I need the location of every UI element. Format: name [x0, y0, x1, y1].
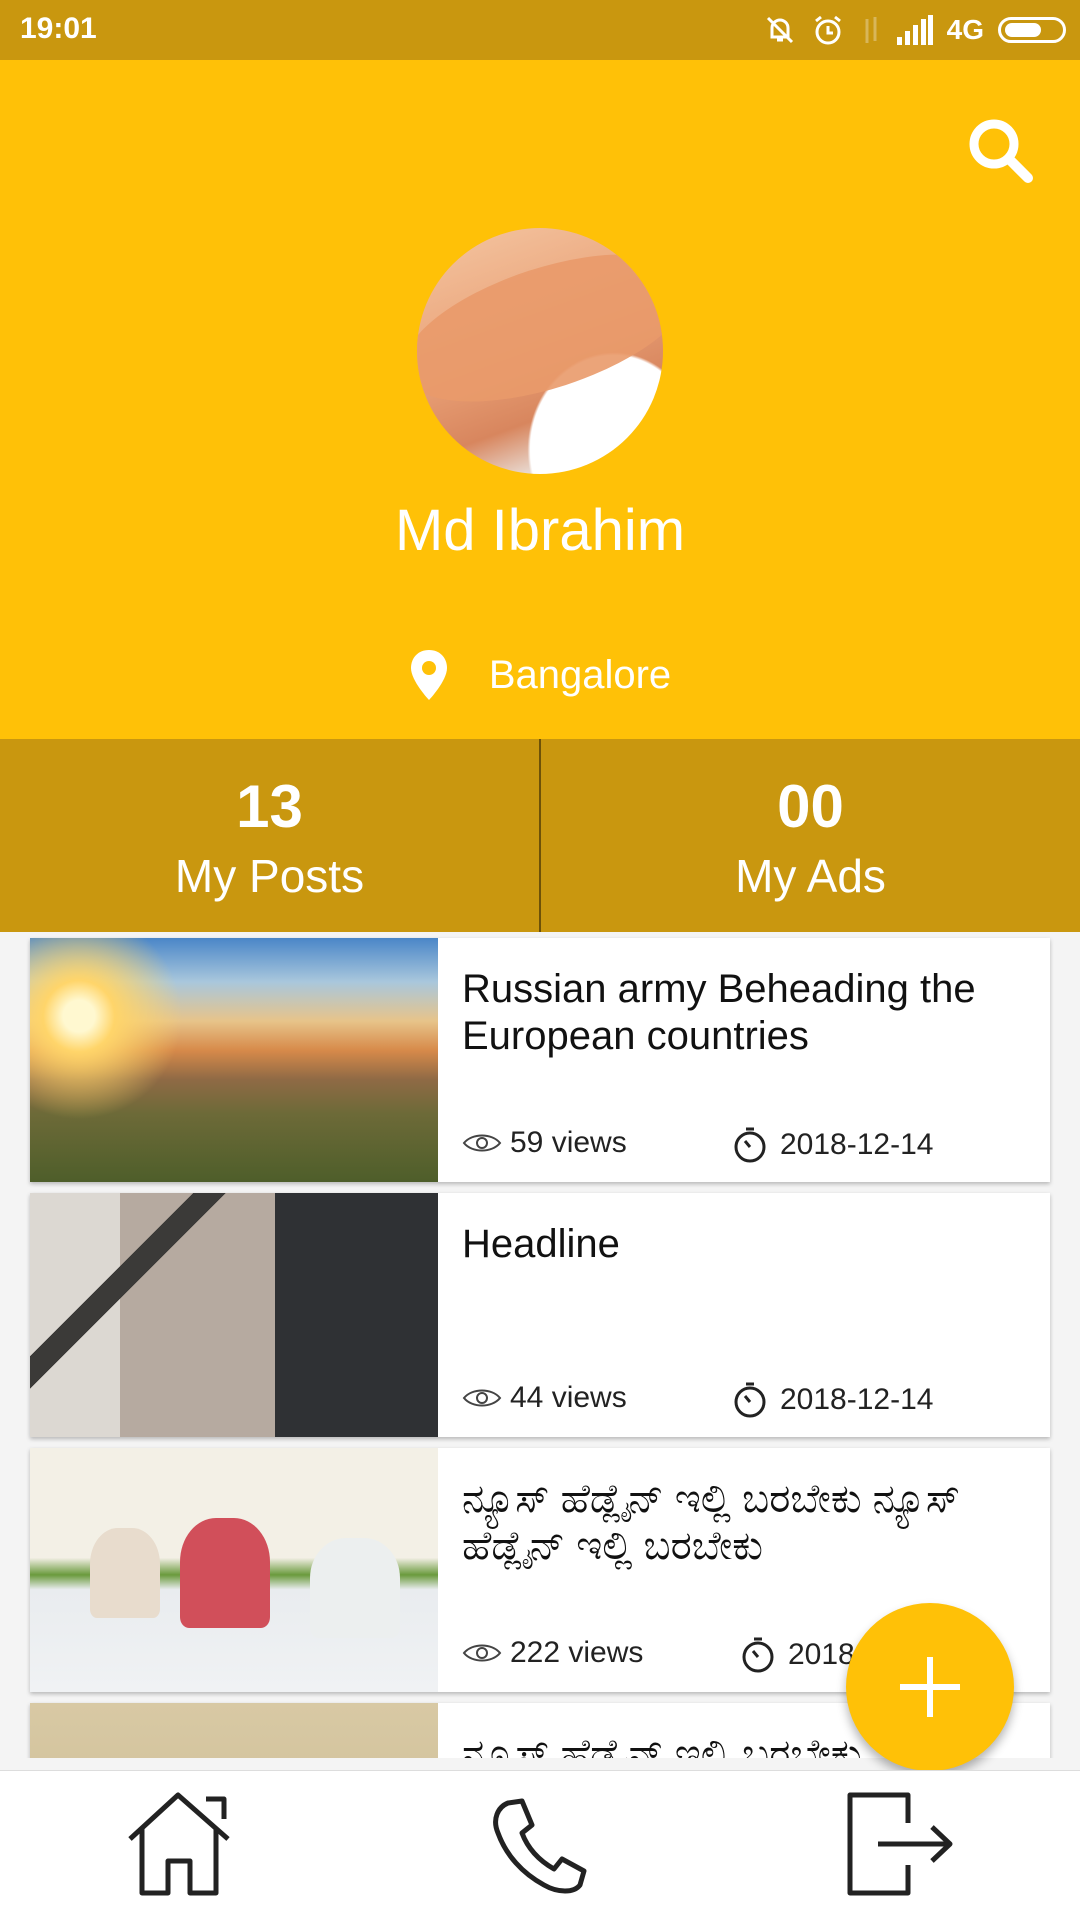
data-transfer-icon — [865, 17, 877, 43]
bottom-navigation — [0, 1770, 1080, 1921]
posts-label: My Posts — [174, 850, 365, 902]
post-date: 2018-12-14 — [780, 1128, 934, 1161]
post-thumbnail — [30, 1448, 438, 1692]
search-icon[interactable] — [960, 110, 1040, 190]
profile-location: Bangalore — [0, 640, 1080, 710]
stopwatch-icon — [742, 1637, 774, 1673]
logout-icon[interactable] — [838, 1789, 958, 1899]
stopwatch-icon — [734, 1127, 766, 1163]
post-views: 59 views — [510, 1126, 627, 1159]
battery-icon — [998, 17, 1066, 43]
list-item[interactable]: Russian army Beheading the European coun… — [30, 938, 1050, 1182]
network-type: 4G — [946, 14, 984, 45]
eye-icon — [462, 1389, 502, 1407]
location-label: Bangalore — [488, 652, 672, 697]
post-date: 2018-12-14 — [780, 1383, 934, 1416]
post-thumbnail — [30, 938, 438, 1182]
post-thumbnail — [30, 1703, 438, 1758]
post-title: ನ್ಯೂಸ್ ಹೆಡ್ಲೈನ್ ಇಲ್ಲಿ ಬರಬೇಕು ನ್ಯೂಸ್ ಹೆಡ್… — [462, 1477, 961, 1568]
location-pin-icon — [410, 650, 447, 700]
signal-icon — [896, 15, 933, 45]
plus-icon — [900, 1657, 960, 1717]
phone-icon[interactable] — [478, 1789, 598, 1899]
profile-header: Md Ibrahim Bangalore — [0, 60, 1080, 739]
profile-stats: 13 My Posts 00 My Ads — [0, 739, 1080, 932]
stopwatch-icon — [734, 1382, 766, 1418]
alarm-icon — [814, 15, 841, 45]
notifications-muted-icon — [766, 16, 793, 44]
my-posts-tab[interactable]: 13 My Posts — [0, 739, 539, 932]
post-thumbnail — [30, 1193, 438, 1437]
add-post-button[interactable] — [846, 1603, 1014, 1771]
post-meta: 59 views 2018-12-14 — [462, 1126, 1030, 1166]
home-icon[interactable] — [120, 1789, 240, 1899]
ads-label: My Ads — [735, 850, 886, 902]
post-title: Headline — [462, 1222, 620, 1266]
profile-name: Md Ibrahim — [394, 498, 686, 563]
avatar[interactable] — [417, 228, 663, 474]
status-icons: 4G — [763, 10, 1066, 50]
my-ads-tab[interactable]: 00 My Ads — [539, 739, 1080, 932]
post-views: 222 views — [510, 1636, 644, 1669]
posts-count: 13 — [236, 773, 303, 840]
post-views: 44 views — [510, 1381, 627, 1414]
eye-icon — [462, 1134, 502, 1152]
list-item[interactable]: Headline 44 views 2018-12-14 — [30, 1193, 1050, 1437]
post-title: Russian army Beheading the European coun… — [462, 967, 976, 1058]
ads-count: 00 — [777, 773, 844, 840]
eye-icon — [462, 1644, 502, 1662]
status-time: 19:01 — [20, 12, 97, 45]
post-meta: 44 views 2018-12-14 — [462, 1381, 1030, 1421]
status-bar: 19:01 4G — [0, 0, 1080, 60]
